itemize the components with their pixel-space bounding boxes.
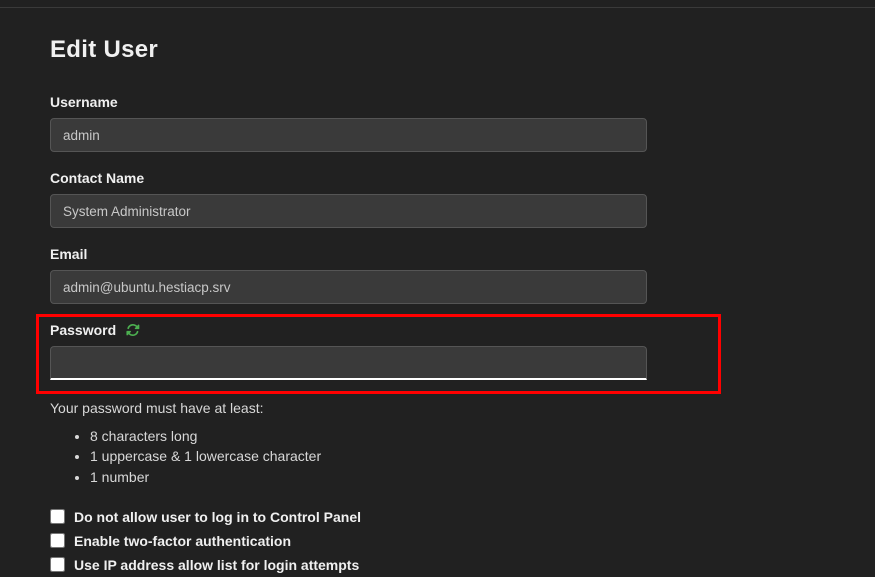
ip-allowlist-label[interactable]: Use IP address allow list for login atte…	[74, 557, 359, 573]
ip-allowlist-row: Use IP address allow list for login atte…	[50, 557, 825, 573]
two-factor-label[interactable]: Enable two-factor authentication	[74, 533, 291, 549]
password-label: Password	[50, 322, 116, 338]
contact-name-group: Contact Name	[50, 170, 825, 228]
disallow-login-label[interactable]: Do not allow user to log in to Control P…	[74, 509, 361, 525]
disallow-login-checkbox[interactable]	[50, 509, 65, 524]
two-factor-row: Enable two-factor authentication	[50, 533, 825, 549]
contact-name-label: Contact Name	[50, 170, 825, 186]
password-req-item: 8 characters long	[90, 426, 825, 446]
disallow-login-row: Do not allow user to log in to Control P…	[50, 509, 825, 525]
form-content: Edit User Username Contact Name Email Pa…	[0, 8, 875, 573]
password-req-item: 1 uppercase & 1 lowercase character	[90, 446, 825, 466]
email-label: Email	[50, 246, 825, 262]
password-input[interactable]	[50, 346, 647, 380]
username-group: Username	[50, 94, 825, 152]
page-title: Edit User	[50, 36, 825, 64]
username-input[interactable]	[50, 118, 647, 152]
password-requirements-intro: Your password must have at least:	[50, 400, 825, 416]
password-req-item: 1 number	[90, 467, 825, 487]
email-input[interactable]	[50, 270, 647, 304]
password-requirements-list: 8 characters long 1 uppercase & 1 lowerc…	[50, 426, 825, 487]
top-divider	[0, 0, 875, 8]
password-group: Password	[50, 322, 717, 380]
two-factor-checkbox[interactable]	[50, 533, 65, 548]
generate-password-icon[interactable]	[126, 323, 140, 337]
email-group: Email	[50, 246, 825, 304]
username-label: Username	[50, 94, 825, 110]
contact-name-input[interactable]	[50, 194, 647, 228]
ip-allowlist-checkbox[interactable]	[50, 557, 65, 572]
